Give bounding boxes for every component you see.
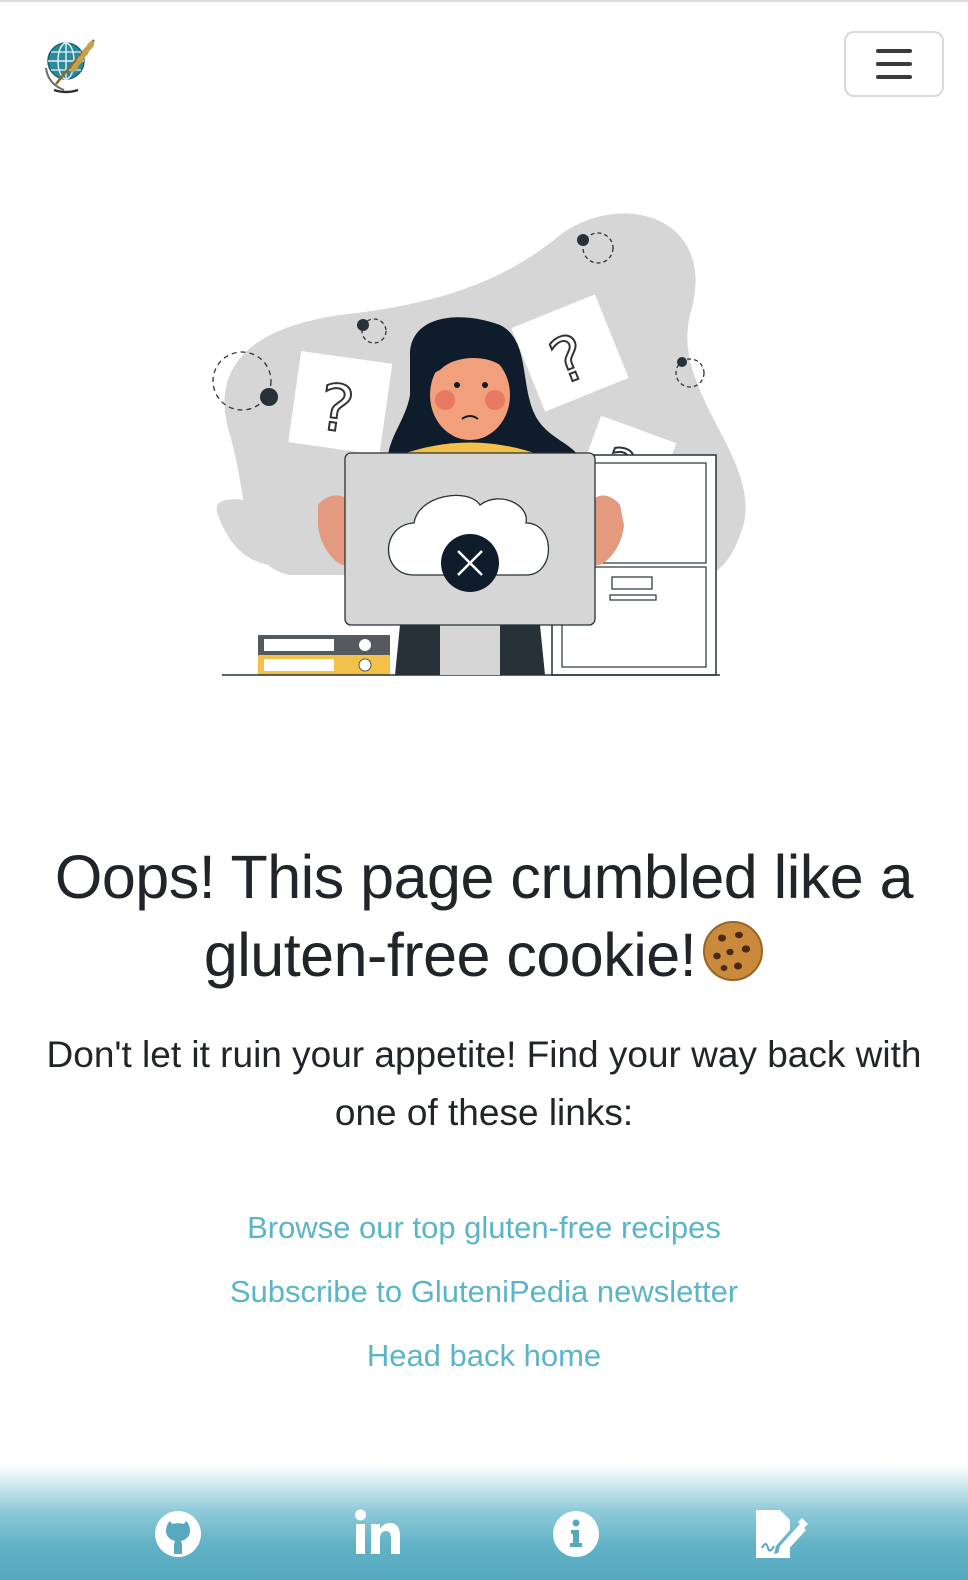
- footer: [0, 1464, 968, 1580]
- help-text: Don't let it ruin your appetite! Find yo…: [46, 1034, 922, 1133]
- page-title: Oops! This page crumbled like a gluten-f…: [20, 838, 948, 994]
- confused-woman-cloud-error-illustration: ? ? ?: [212, 213, 746, 676]
- hamburger-menu-icon: [876, 49, 912, 79]
- recovery-links: Browse our top gluten-free recipes Subsc…: [0, 1196, 968, 1388]
- link-browse-recipes[interactable]: Browse our top gluten-free recipes: [0, 1196, 968, 1260]
- link-subscribe-newsletter[interactable]: Subscribe to GluteniPedia newsletter: [0, 1260, 968, 1324]
- link-head-home[interactable]: Head back home: [0, 1324, 968, 1388]
- info-icon[interactable]: [548, 1506, 604, 1562]
- page-title-text: Oops! This page crumbled like a gluten-f…: [54, 843, 914, 989]
- github-icon[interactable]: [150, 1506, 206, 1562]
- error-page: ? ? ?: [0, 0, 968, 1580]
- signature-edit-icon[interactable]: [750, 1506, 810, 1562]
- menu-toggle-button[interactable]: [844, 31, 944, 97]
- linkedin-icon[interactable]: [350, 1506, 406, 1562]
- globe-wheat-logo-icon[interactable]: [42, 34, 102, 96]
- cookie-icon: [703, 921, 764, 981]
- top-border: [0, 0, 968, 2]
